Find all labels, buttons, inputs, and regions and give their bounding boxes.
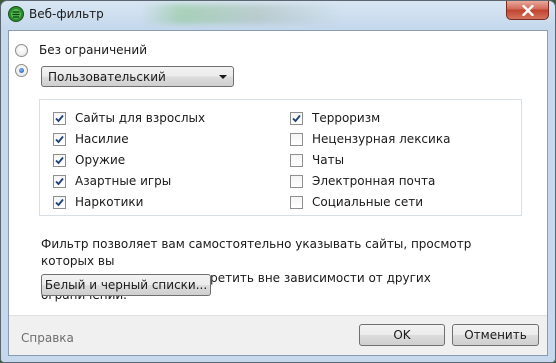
no-restrictions-label[interactable]: Без ограничений: [39, 43, 147, 57]
window-title: Веб-фильтр: [29, 7, 104, 21]
checkmark-icon: [55, 156, 64, 165]
checkbox-profanity[interactable]: [290, 133, 303, 146]
checkbox-label[interactable]: Оружие: [75, 153, 125, 167]
checkbox-gambling[interactable]: [53, 175, 66, 188]
web-filter-app-icon: [8, 6, 24, 22]
checkbox-label[interactable]: Наркотики: [75, 195, 143, 209]
checkbox-label[interactable]: Социальные сети: [312, 195, 423, 209]
checkbox-label[interactable]: Азартные игры: [75, 174, 171, 188]
close-icon: [522, 5, 534, 16]
checkbox-chats[interactable]: [290, 154, 303, 167]
description-line-1: Фильтр позволяет вам самостоятельно указ…: [41, 237, 472, 268]
no-restrictions-radio[interactable]: [15, 44, 28, 57]
checkbox-label[interactable]: Сайты для взрослых: [75, 111, 205, 125]
checkbox-adult-sites[interactable]: [53, 112, 66, 125]
checkbox-social-networks[interactable]: [290, 196, 303, 209]
chevron-down-icon: [219, 75, 227, 79]
checkbox-label[interactable]: Насилие: [75, 132, 129, 146]
checkbox-weapons[interactable]: [53, 154, 66, 167]
whitelist-blacklist-button[interactable]: Белый и черный списки...: [41, 274, 211, 296]
checkbox-label[interactable]: Электронная почта: [312, 174, 435, 188]
custom-mode-radio[interactable]: [15, 64, 28, 77]
checkbox-label[interactable]: Чаты: [312, 153, 344, 167]
checkmark-icon: [55, 114, 64, 123]
filter-mode-dropdown[interactable]: Пользовательский: [41, 66, 234, 87]
checkbox-email[interactable]: [290, 175, 303, 188]
checkmark-icon: [292, 114, 301, 123]
checkbox-terrorism[interactable]: [290, 112, 303, 125]
help-link[interactable]: Справка: [21, 331, 74, 345]
checkbox-drugs[interactable]: [53, 196, 66, 209]
cancel-button[interactable]: Отменить: [452, 324, 539, 346]
checkmark-icon: [55, 177, 64, 186]
checkbox-label[interactable]: Нецензурная лексика: [312, 132, 450, 146]
checkmark-icon: [55, 198, 64, 207]
close-button[interactable]: [506, 1, 549, 20]
background-blur: [141, 4, 341, 24]
title-bar[interactable]: Веб-фильтр: [1, 1, 555, 29]
ok-button[interactable]: OK: [359, 324, 445, 346]
categories-group: Сайты для взрослых Насилие Оружие Азартн…: [39, 99, 522, 216]
checkbox-label[interactable]: Терроризм: [312, 111, 380, 125]
checkmark-icon: [55, 135, 64, 144]
checkbox-violence[interactable]: [53, 133, 66, 146]
dialog-client-area: Без ограничений Пользовательский Сайты д…: [8, 30, 548, 356]
dialog-window: Веб-фильтр Без ограничений Пользовательс…: [0, 0, 556, 363]
filter-mode-value: Пользовательский: [48, 70, 166, 84]
